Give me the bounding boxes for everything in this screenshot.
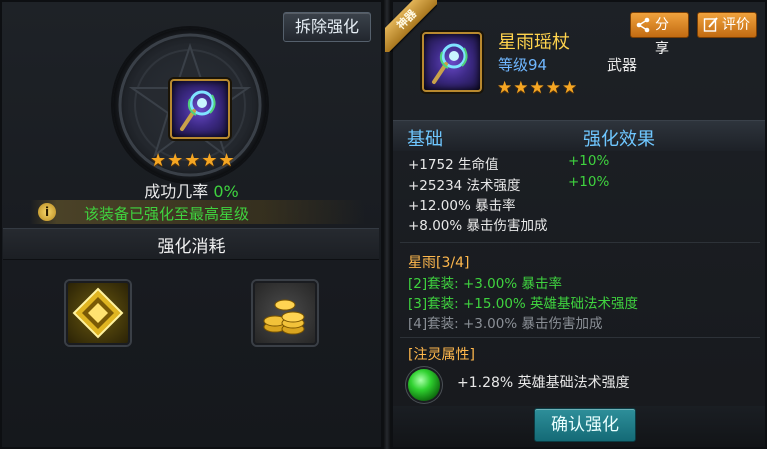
- base-stats-header: 基础: [407, 129, 443, 150]
- stat-effect: +10%: [568, 174, 610, 190]
- success-rate-value: 0%: [213, 182, 239, 201]
- enhance-crystal-icon: [72, 287, 124, 339]
- confirm-enhance-button[interactable]: 确认强化: [534, 408, 636, 442]
- spirit-attribute-text: +1.28% 英雄基础法术强度: [457, 375, 630, 391]
- info-icon: i: [38, 203, 56, 221]
- edit-icon: [703, 13, 719, 45]
- gold-coins-slot[interactable]: [253, 281, 317, 345]
- info-message: 该装备已强化至最高星级: [84, 205, 250, 223]
- gold-coins-icon: [263, 299, 305, 335]
- success-rate: 成功几率 0%: [0, 178, 383, 202]
- item-icon-frame: [422, 32, 482, 92]
- dismantle-enhance-button[interactable]: 拆除强化: [283, 12, 371, 42]
- item-level: 等级94: [498, 56, 548, 74]
- share-icon: [636, 13, 650, 45]
- success-rate-label: 成功几率: [144, 182, 209, 201]
- equipment-slot[interactable]: [170, 79, 230, 139]
- spirit-orb-icon: [408, 369, 440, 401]
- staff-icon: [432, 43, 468, 84]
- stat-effect: +10%: [568, 153, 610, 169]
- share-button[interactable]: 分享: [630, 12, 689, 57]
- stats-header-bar: [393, 120, 765, 151]
- enhance-effect-header: 强化效果: [583, 129, 655, 150]
- stat-line: +1752 生命值: [408, 157, 499, 173]
- spirit-attribute-title: [注灵属性]: [408, 347, 475, 363]
- divider-line: [400, 337, 760, 338]
- set-bonus-line: [2]套装: +3.00% 暴击率: [408, 276, 562, 292]
- set-bonus-title: 星雨[3/4]: [408, 255, 470, 271]
- staff-icon: [180, 90, 216, 131]
- item-name: 星雨瑶杖: [498, 32, 570, 53]
- star-rating: ★★★★★: [150, 150, 236, 171]
- item-type: 武器: [607, 56, 638, 74]
- share-label: 分享: [655, 17, 669, 57]
- cost-title: 强化消耗: [157, 237, 226, 257]
- divider-line: [400, 242, 760, 243]
- stat-line: +25234 法术强度: [408, 178, 521, 194]
- stat-line: +8.00% 暴击伤害加成: [408, 218, 548, 234]
- set-bonus-line-inactive: [4]套装: +3.00% 暴击伤害加成: [408, 316, 603, 332]
- set-bonus-line: [3]套装: +15.00% 英雄基础法术强度: [408, 296, 639, 312]
- review-label: 评价: [722, 17, 750, 33]
- enhance-crystal-slot[interactable]: [66, 281, 130, 345]
- stat-line: +12.00% 暴击率: [408, 198, 516, 214]
- review-button[interactable]: 评价: [697, 12, 757, 38]
- item-star-rating: ★★★★★: [497, 78, 579, 98]
- panel-divider: [383, 0, 391, 449]
